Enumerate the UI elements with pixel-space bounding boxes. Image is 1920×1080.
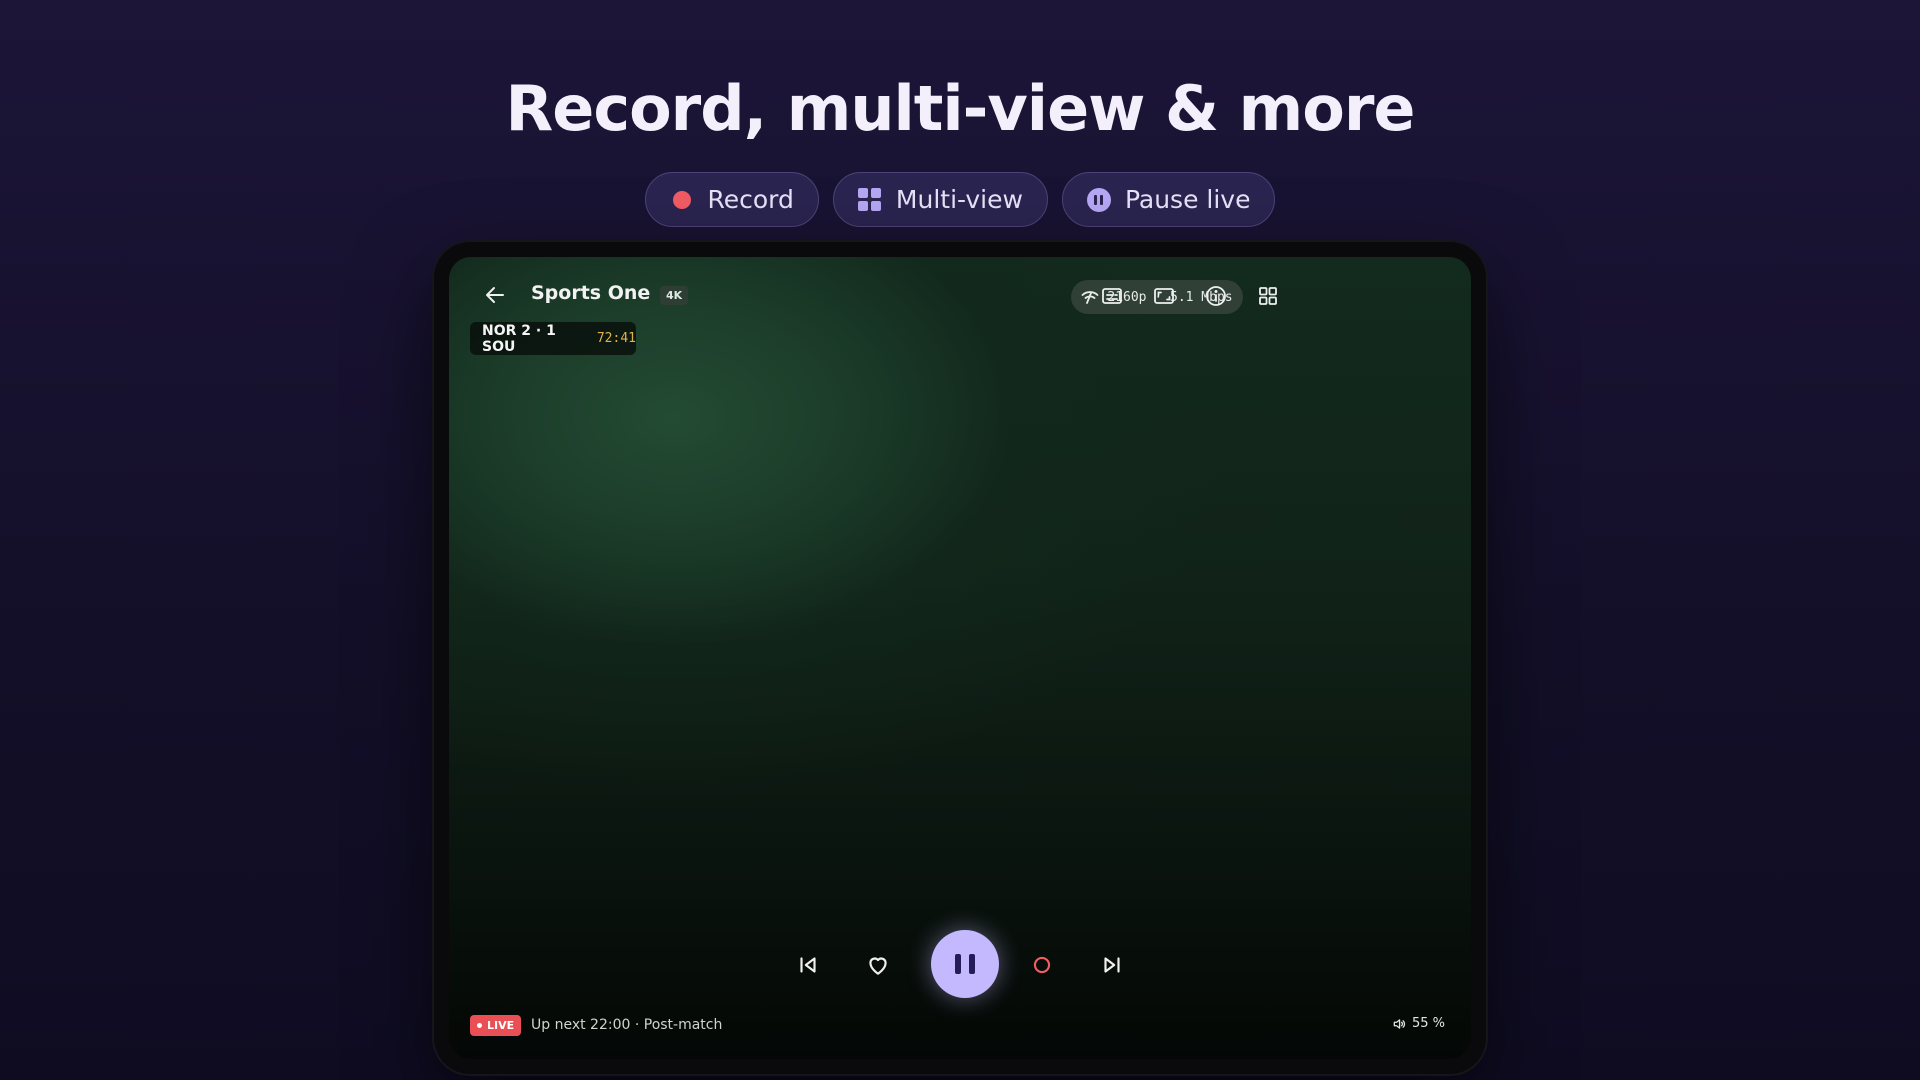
multi-view-chip[interactable]: Multi-view xyxy=(832,172,1048,227)
multi-view-grid-icon[interactable] xyxy=(1256,284,1280,308)
pause-live-chip[interactable]: Pause live xyxy=(1061,172,1276,227)
up-next-text: Up next 22:00 · Post-match xyxy=(531,1017,723,1033)
info-icon[interactable] xyxy=(1204,284,1228,308)
tablet-frame: Sports One 4K 2160p · 5.1 Mbps NOR 2 · 1… xyxy=(434,242,1486,1074)
live-badge: LIVE xyxy=(470,1015,522,1036)
record-chip-label: Record xyxy=(707,185,794,214)
pause-button[interactable] xyxy=(931,930,999,998)
pause-live-chip-label: Pause live xyxy=(1124,185,1251,214)
feature-chips: Record Multi-view Pause live xyxy=(0,172,1920,227)
back-arrow-icon[interactable] xyxy=(483,283,507,307)
skip-previous-icon[interactable] xyxy=(795,952,821,978)
match-clock: 72:41 xyxy=(596,331,636,346)
heart-icon[interactable] xyxy=(865,952,891,978)
player-bottom-bar: LIVE Up next 22:00 · Post-match 55 % xyxy=(449,1012,1471,1042)
record-chip[interactable]: Record xyxy=(644,172,819,227)
subtitles-icon[interactable] xyxy=(1100,284,1124,308)
record-dot-icon xyxy=(670,188,694,212)
record-icon[interactable] xyxy=(1029,952,1055,978)
score-text: NOR 2 · 1 SOU xyxy=(482,322,556,355)
scoreboard: NOR 2 · 1 SOU 72:41 xyxy=(470,322,636,355)
grid-icon xyxy=(858,188,882,212)
pause-circle-icon xyxy=(1086,187,1111,212)
multi-view-chip-label: Multi-view xyxy=(895,185,1023,214)
page-headline: Record, multi-view & more xyxy=(505,72,1416,145)
video-player[interactable]: Sports One 4K 2160p · 5.1 Mbps NOR 2 · 1… xyxy=(449,257,1471,1059)
signal-icon xyxy=(1081,291,1099,304)
volume-level: 55 % xyxy=(1411,1016,1445,1031)
quality-badge: 4K xyxy=(660,286,689,305)
live-label: LIVE xyxy=(487,1019,515,1032)
aspect-ratio-icon[interactable] xyxy=(1152,284,1176,308)
volume-control[interactable]: 55 % xyxy=(1392,1016,1445,1031)
channel-title: Sports One xyxy=(531,282,651,304)
skip-next-icon[interactable] xyxy=(1099,952,1125,978)
playback-controls xyxy=(449,930,1471,1000)
live-dot-icon xyxy=(477,1023,482,1028)
speaker-icon xyxy=(1393,1018,1406,1029)
